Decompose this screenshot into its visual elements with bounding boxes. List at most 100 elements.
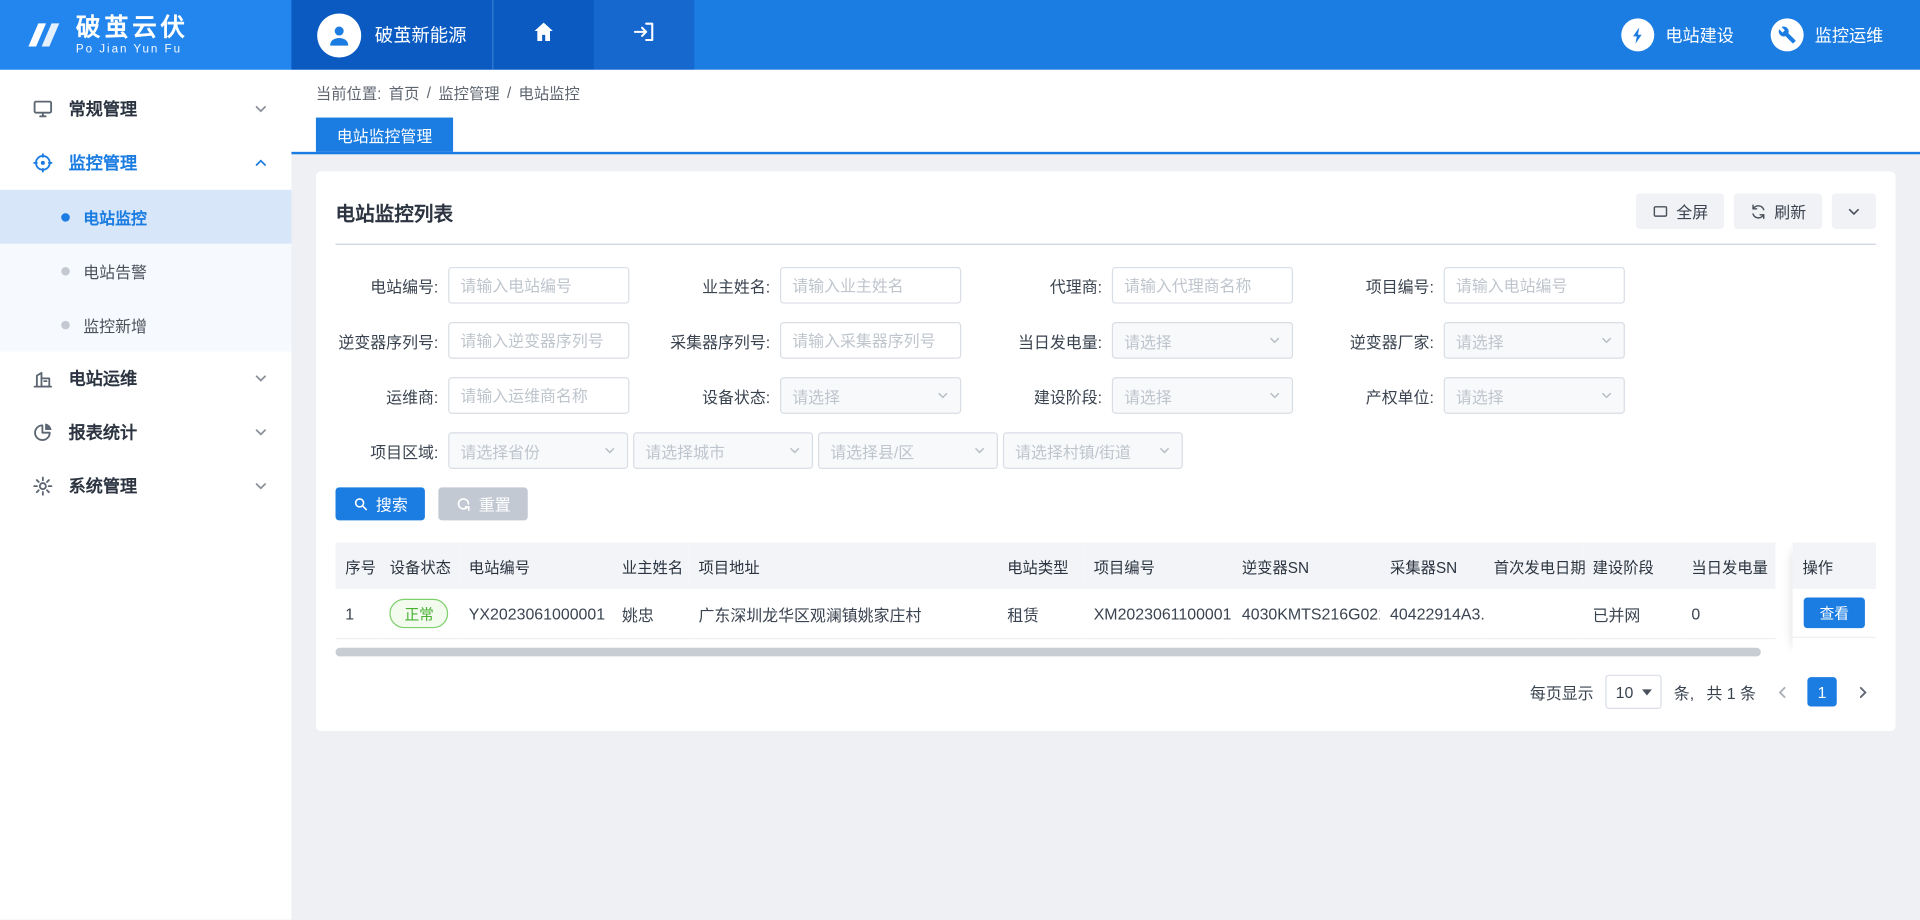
- bullet-dot-icon: [61, 266, 70, 275]
- action-column: 操作 查看: [1793, 542, 1876, 656]
- stations-table-zone: 序号 设备状态 电站编号 业主姓名 项目地址 电站类型 项目编号 逆变器SN 采: [336, 542, 1876, 656]
- daily-power-select[interactable]: 请选择: [1112, 322, 1293, 359]
- agent-input[interactable]: [1112, 267, 1293, 304]
- device-status-select[interactable]: 请选择: [780, 377, 961, 414]
- owner-name-input[interactable]: [780, 267, 961, 304]
- build-stage-select[interactable]: 请选择: [1112, 377, 1293, 414]
- card-header: 电站监控列表 全屏 刷新: [336, 186, 1876, 245]
- province-select[interactable]: 请选择省份: [448, 432, 628, 469]
- ops-vendor-input[interactable]: [448, 377, 629, 414]
- search-icon: [353, 496, 369, 512]
- monitor-ops-action[interactable]: 监控运维: [1771, 0, 1884, 70]
- status-badge: 正常: [390, 599, 449, 628]
- sidebar-subitem-station-alarm[interactable]: 电站告警: [0, 244, 291, 298]
- filter-row-1: 电站编号: 业主姓名: 代理商:: [336, 267, 1876, 304]
- refresh-icon: [1750, 203, 1767, 220]
- sidebar-subitem-station-monitor[interactable]: 电站监控: [0, 190, 291, 244]
- county-select[interactable]: 请选择县/区: [818, 432, 998, 469]
- sidebar-item-report-statistics[interactable]: 报表统计: [0, 405, 291, 459]
- topbar-spacer: [694, 0, 1621, 70]
- refresh-button[interactable]: 刷新: [1734, 193, 1822, 229]
- filter-row-2: 逆变器序列号: 采集器序列号: 当日发电量: 请选择: [336, 322, 1876, 359]
- next-page-button[interactable]: [1849, 678, 1876, 705]
- cell-stage: 已并网: [1583, 589, 1682, 639]
- org-switcher[interactable]: 破茧新能源: [291, 0, 492, 70]
- sidebar-item-general-management[interactable]: 常规管理: [0, 82, 291, 136]
- station-build-action[interactable]: 电站建设: [1621, 0, 1734, 70]
- column-header-collector-sn: 采集器SN: [1380, 542, 1484, 589]
- chevron-down-icon: [1157, 443, 1172, 458]
- field-label: 电站编号:: [336, 274, 439, 297]
- breadcrumb-home[interactable]: 首页: [389, 81, 420, 104]
- logout-button[interactable]: [594, 0, 694, 70]
- logo-title: 破茧云伏: [76, 14, 189, 42]
- column-header-stage: 建设阶段: [1583, 542, 1682, 589]
- field-label: 逆变器厂家:: [1331, 329, 1434, 352]
- station-build-label: 电站建设: [1665, 23, 1734, 47]
- sidebar-item-label: 监控管理: [69, 151, 238, 175]
- per-page-value: 10: [1616, 683, 1634, 701]
- sidebar-item-label: 常规管理: [69, 97, 238, 121]
- chevron-down-icon: [252, 370, 269, 387]
- region-selects: 请选择省份 请选择城市 请选择县/区: [448, 432, 1183, 469]
- column-header-project-no: 项目编号: [1084, 542, 1232, 589]
- tab-station-monitor-management[interactable]: 电站监控管理: [316, 118, 453, 152]
- home-icon: [531, 20, 555, 51]
- station-no-input[interactable]: [448, 267, 629, 304]
- chevron-down-icon: [936, 388, 951, 403]
- breadcrumb-section[interactable]: 监控管理: [438, 81, 499, 104]
- field-label: 逆变器序列号:: [336, 329, 439, 352]
- column-header-seq: 序号: [336, 542, 380, 589]
- search-button[interactable]: 搜索: [336, 487, 425, 520]
- refresh-label: 刷新: [1774, 200, 1806, 223]
- inverter-sn-input[interactable]: [448, 322, 629, 359]
- project-no-input[interactable]: [1444, 267, 1625, 304]
- collector-sn-input[interactable]: [780, 322, 961, 359]
- pagination: 每页显示 10 条, 共 1 条 1: [336, 675, 1876, 709]
- sidebar: 常规管理 监控管理 电站监控 电站告警 监控新增: [0, 70, 291, 920]
- chevron-right-icon: [1853, 683, 1871, 701]
- sidebar-subitem-monitor-add[interactable]: 监控新增: [0, 298, 291, 352]
- fullscreen-button[interactable]: 全屏: [1636, 193, 1724, 229]
- home-button[interactable]: [492, 0, 594, 70]
- org-name: 破茧新能源: [375, 22, 467, 48]
- town-select[interactable]: 请选择村镇/街道: [1003, 432, 1183, 469]
- chevron-up-icon: [252, 154, 269, 171]
- monitor-icon: [32, 98, 54, 120]
- chevron-down-icon: [1267, 333, 1282, 348]
- per-page-select[interactable]: 10: [1606, 675, 1662, 709]
- property-unit-select[interactable]: 请选择: [1444, 377, 1625, 414]
- sidebar-item-system-management[interactable]: 系统管理: [0, 459, 291, 513]
- chevron-down-icon: [1267, 388, 1282, 403]
- page-body: 电站监控列表 全屏 刷新: [291, 154, 1920, 919]
- filter-project-no: 项目编号:: [1331, 267, 1663, 304]
- inverter-vendor-select[interactable]: 请选择: [1444, 322, 1625, 359]
- breadcrumb-prefix: 当前位置:: [316, 81, 381, 104]
- content-area: 当前位置: 首页 / 监控管理 / 电站监控 电站监控管理 电站监控列表: [291, 70, 1920, 920]
- reset-label: 重置: [479, 492, 511, 515]
- view-button[interactable]: 查看: [1804, 598, 1865, 629]
- cell-address: 广东深圳龙华区观澜镇姚家庄村: [689, 589, 998, 639]
- select-placeholder: 请选择省份: [460, 439, 540, 462]
- sidebar-item-station-ops[interactable]: 电站运维: [0, 351, 291, 405]
- action-cell: 查看: [1793, 589, 1876, 638]
- reset-button[interactable]: 重置: [438, 487, 527, 520]
- collapse-button[interactable]: [1832, 193, 1876, 229]
- field-label: 产权单位:: [1331, 384, 1434, 407]
- page-1-button[interactable]: 1: [1807, 677, 1836, 706]
- city-select[interactable]: 请选择城市: [633, 432, 813, 469]
- horizontal-scrollbar[interactable]: [336, 648, 1762, 657]
- field-label: 项目编号:: [1331, 274, 1434, 297]
- sidebar-item-monitoring-management[interactable]: 监控管理: [0, 136, 291, 190]
- prev-page-button[interactable]: [1768, 678, 1795, 705]
- fullscreen-label: 全屏: [1676, 200, 1708, 223]
- column-header-action: 操作: [1793, 542, 1876, 589]
- chevron-left-icon: [1772, 683, 1790, 701]
- breadcrumb-separator: /: [427, 84, 431, 101]
- station-monitor-card: 电站监控列表 全屏 刷新: [316, 171, 1896, 731]
- app-logo: 破茧云伏 Po Jian Yun Fu: [0, 0, 291, 70]
- chevron-down-icon: [602, 443, 617, 458]
- card-title: 电站监控列表: [336, 197, 454, 226]
- field-label: 项目区域:: [336, 439, 439, 462]
- search-label: 搜索: [376, 492, 408, 515]
